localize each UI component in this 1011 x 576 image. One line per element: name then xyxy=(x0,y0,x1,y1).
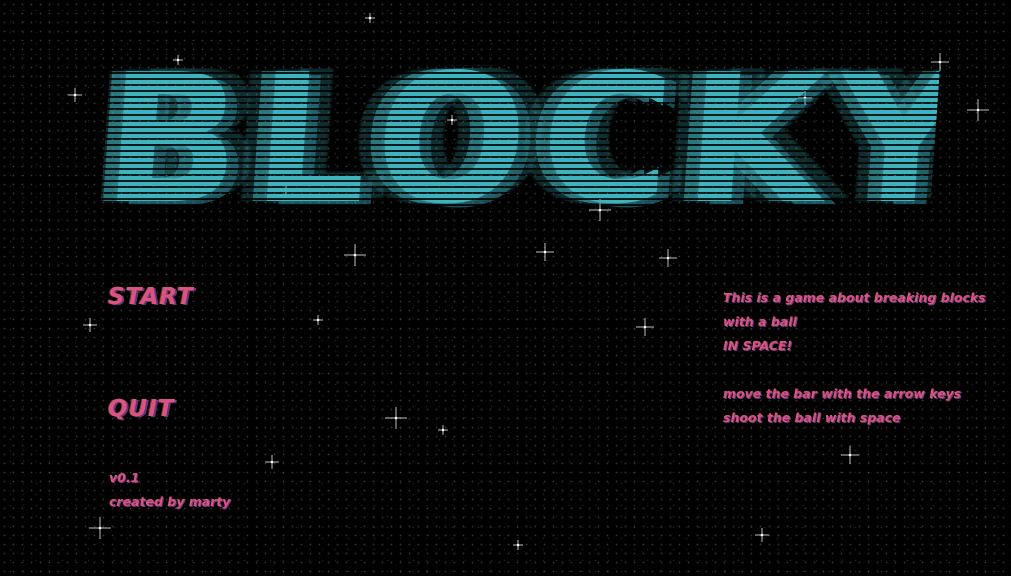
sparkle-star xyxy=(841,446,859,464)
credit-label: created by marty xyxy=(109,494,231,509)
sparkle-star xyxy=(755,528,769,542)
main-menu-screen: BLOCKY START QUIT v0.1 created by marty … xyxy=(0,0,1011,576)
sparkle-star xyxy=(365,13,375,23)
description-line-2: with a ball xyxy=(723,314,797,329)
sparkle-star xyxy=(265,455,279,469)
controls-shoot-line: shoot the ball with space xyxy=(723,410,901,425)
version-label: v0.1 xyxy=(109,470,140,485)
sparkle-star xyxy=(438,425,448,435)
sparkle-star xyxy=(967,99,989,121)
instructions-panel: This is a game about breaking blocks wit… xyxy=(723,286,1008,430)
sparkle-star xyxy=(385,407,407,429)
sparkle-star xyxy=(636,318,654,336)
description-line-1: This is a game about breaking blocks xyxy=(723,290,986,305)
game-title-logo: BLOCKY xyxy=(97,36,988,243)
sparkle-star xyxy=(313,315,323,325)
sparkle-star xyxy=(659,249,677,267)
sparkle-star xyxy=(513,540,523,550)
sparkle-star xyxy=(536,243,554,261)
sparkle-star xyxy=(83,318,97,332)
start-button[interactable]: START xyxy=(108,284,194,310)
controls-move-line: move the bar with the arrow keys xyxy=(723,386,962,401)
description-line-3: IN SPACE! xyxy=(723,338,793,353)
quit-button[interactable]: QUIT xyxy=(108,396,174,422)
sparkle-star xyxy=(68,88,82,102)
sparkle-star xyxy=(89,517,111,539)
sparkle-star xyxy=(344,244,366,266)
